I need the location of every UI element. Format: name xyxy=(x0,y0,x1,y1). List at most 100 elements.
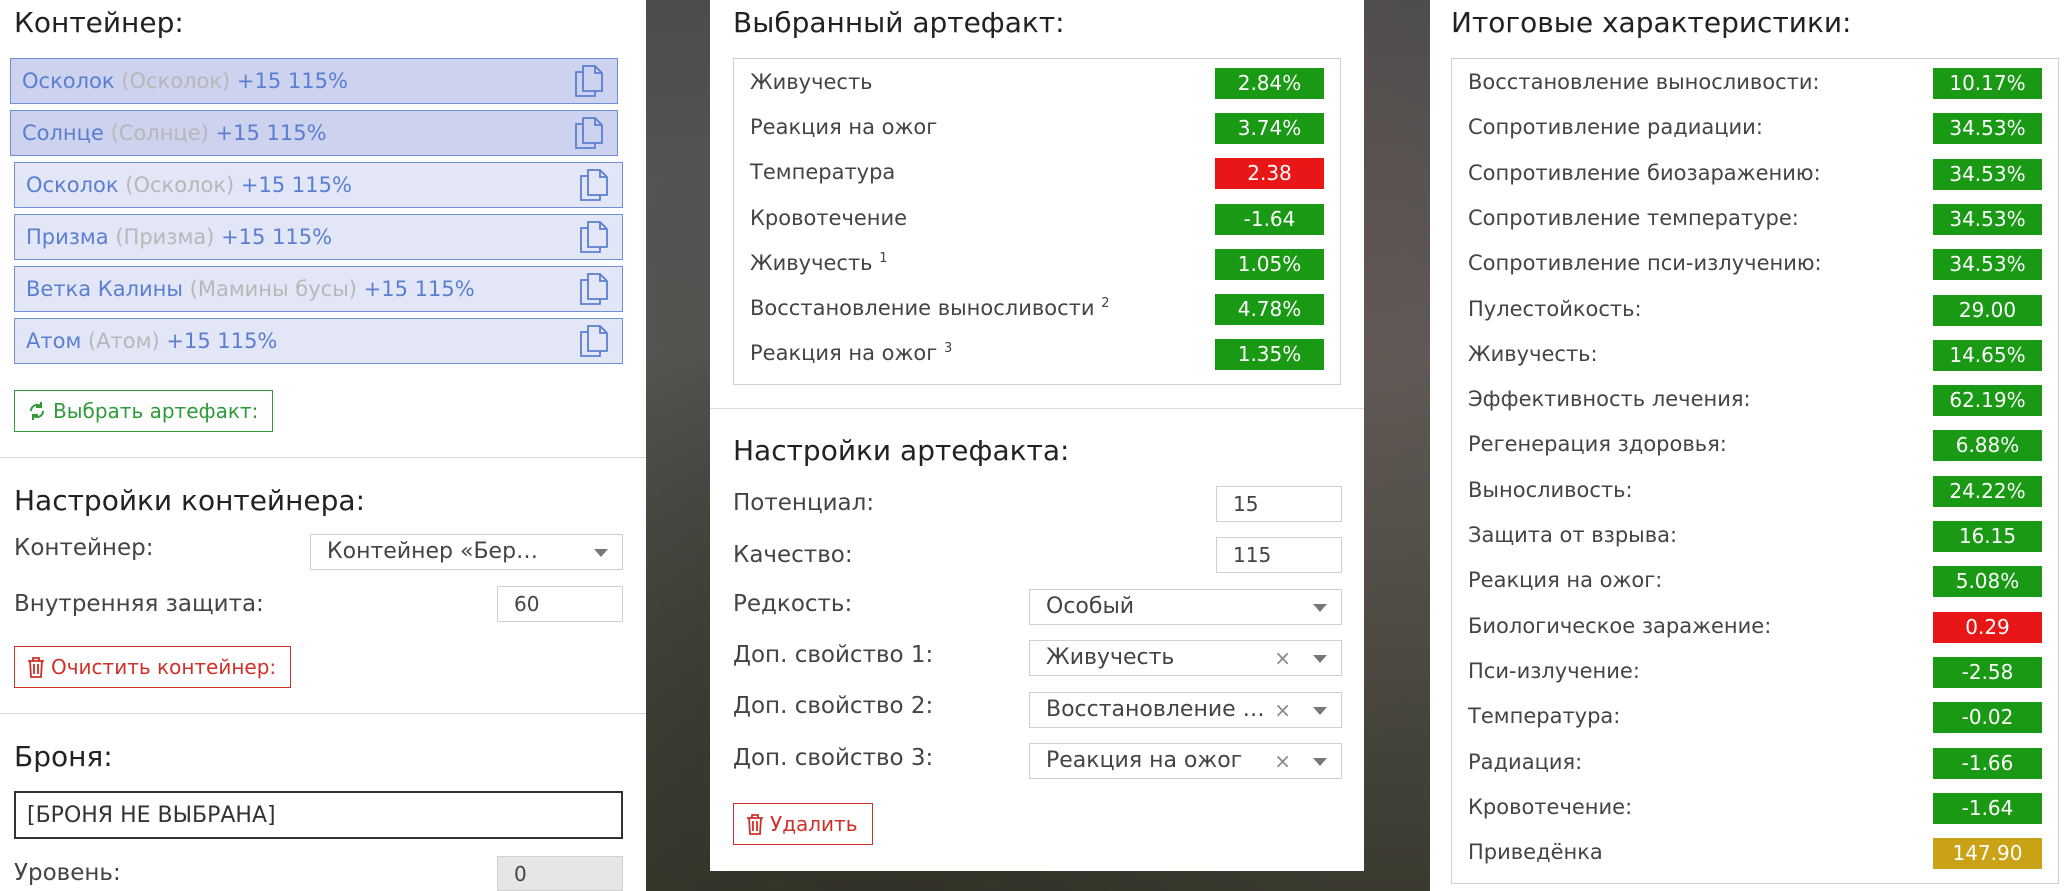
delete-artifact-button[interactable]: Удалить xyxy=(733,803,873,845)
pick-artifact-button[interactable]: Выбрать артефакт: xyxy=(14,390,274,432)
stat-row: Сопротивление биозаражению: 34.53% xyxy=(1452,152,2058,197)
clear-container-button[interactable]: Очистить контейнер: xyxy=(14,646,292,688)
slot-name: Солнце xyxy=(22,121,104,145)
copy-icon[interactable] xyxy=(580,325,608,357)
armor-level-input[interactable]: 0 xyxy=(497,856,623,891)
prop3-label: Доп. свойство 3: xyxy=(733,745,934,771)
stat-row: Выносливость: 24.22% xyxy=(1452,469,2058,514)
stat-name: Пулестойкость: xyxy=(1468,296,1642,321)
stat-row: Реакция на ожог 3.74% xyxy=(734,106,1340,151)
quality-label: Качество: xyxy=(733,542,853,568)
slot-name: Осколок xyxy=(22,69,115,93)
clear-icon[interactable]: × xyxy=(1274,693,1291,727)
stat-name: Регенерация здоровья: xyxy=(1468,432,1727,457)
stat-name: Температура xyxy=(750,160,896,185)
chevron-down-icon xyxy=(1313,604,1327,612)
container-slot[interactable]: Ветка Калины (Мамины бусы) +15 115% xyxy=(14,266,623,312)
totals-stats-table: Восстановление выносливости: 10.17% Сопрот… xyxy=(1451,58,2059,884)
slot-alt-name: (Осколок) xyxy=(121,69,231,93)
stat-row: Биологическое заражение: 0.29 xyxy=(1452,605,2058,650)
refresh-icon xyxy=(29,401,45,420)
prop1-label: Доп. свойство 1: xyxy=(733,642,934,668)
container-select[interactable]: Контейнер «Берлога… xyxy=(310,534,623,570)
quality-input[interactable]: 115 xyxy=(1216,537,1342,573)
stat-value: -2.58 xyxy=(1933,656,2042,688)
protection-input[interactable]: 60 xyxy=(497,586,623,622)
trash-icon xyxy=(28,656,44,678)
container-slot[interactable]: Осколок (Осколок) +15 115% xyxy=(14,162,623,208)
copy-icon[interactable] xyxy=(575,117,603,149)
stat-value: 4.78% xyxy=(1215,294,1324,325)
stat-row: Восстановление выносливости: 10.17% xyxy=(1452,61,2058,106)
container-slot[interactable]: Атом (Атом) +15 115% xyxy=(14,318,623,364)
stat-name: Реакция на ожог xyxy=(750,115,938,140)
stat-name: Реакция на ожог xyxy=(750,341,938,366)
slot-alt-name: (Атом) xyxy=(87,329,160,353)
stat-value: 2.38 xyxy=(1215,158,1324,190)
prop2-select[interactable]: Восстановление в... × xyxy=(1029,692,1342,728)
stat-value: 6.88% xyxy=(1933,430,2042,462)
copy-icon[interactable] xyxy=(580,169,608,201)
stat-row: Эффективность лечения: 62.19% xyxy=(1452,378,2058,423)
armor-select[interactable]: [БРОНЯ НЕ ВЫБРАНА] xyxy=(14,791,623,839)
stat-value: -1.64 xyxy=(1933,792,2042,824)
stat-name: Восстановление выносливости xyxy=(750,296,1095,320)
stat-name: Защита от взрыва: xyxy=(1468,523,1678,547)
slot-alt-name: (Призма) xyxy=(115,225,215,249)
stat-row: Живучесть: 14.65% xyxy=(1452,333,2058,378)
container-slot[interactable]: Призма (Призма) +15 115% xyxy=(14,214,623,260)
stat-row: Радиация: -1.66 xyxy=(1452,741,2058,786)
stat-name: Реакция на ожог: xyxy=(1468,568,1663,593)
stat-name: Выносливость: xyxy=(1468,477,1633,502)
totals-title: Итоговые характеристики: xyxy=(1451,6,1852,39)
stat-row: Восстановление выносливости 2 4.78% xyxy=(734,287,1340,332)
clear-icon[interactable]: × xyxy=(1274,744,1291,778)
stat-row: Защита от взрыва: 16.15 xyxy=(1452,514,2058,559)
stat-value: 34.53% xyxy=(1933,203,2042,235)
prop1-select[interactable]: Живучесть × xyxy=(1029,640,1342,676)
stat-value: 1.05% xyxy=(1215,248,1324,280)
stat-value: 0.29 xyxy=(1933,611,2042,643)
armor-title: Броня: xyxy=(14,740,113,773)
stat-name: Биологическое заражение: xyxy=(1468,613,1772,638)
stat-value: -1.64 xyxy=(1215,203,1324,235)
copy-icon[interactable] xyxy=(580,221,608,253)
stat-value: 1.35% xyxy=(1215,339,1324,371)
copy-icon[interactable] xyxy=(580,273,608,305)
stat-row: Температура: -0.02 xyxy=(1452,695,2058,740)
stat-value: 14.65% xyxy=(1933,339,2042,371)
container-slot[interactable]: Осколок (Осколок) +15 115% xyxy=(10,58,618,104)
artifact-panel: Выбранный артефакт: Живучесть 2.84% Реакци… xyxy=(710,0,1364,871)
clear-icon[interactable]: × xyxy=(1274,641,1291,675)
prop1-select-value: Живучесть xyxy=(1046,645,1175,670)
slot-level: +15 115% xyxy=(236,69,348,93)
rarity-select-value: Особый xyxy=(1046,594,1135,619)
stat-name: Эффективность лечения: xyxy=(1468,387,1751,412)
slot-alt-name: (Мамины бусы) xyxy=(189,277,357,301)
prop2-label: Доп. свойство 2: xyxy=(733,693,934,719)
prop2-select-value: Восстановление в... xyxy=(1046,697,1271,722)
stat-name: Радиация: xyxy=(1468,749,1583,774)
copy-icon[interactable] xyxy=(575,65,603,97)
stat-value: -0.02 xyxy=(1933,702,2042,734)
stat-name: Живучесть xyxy=(750,250,873,275)
stat-value: 34.53% xyxy=(1933,113,2042,145)
selected-artifact-title: Выбранный артефакт: xyxy=(733,6,1065,39)
rarity-select[interactable]: Особый xyxy=(1029,589,1342,625)
slot-name: Ветка Калины xyxy=(26,277,183,301)
stat-value: 3.74% xyxy=(1215,113,1324,145)
prop3-select[interactable]: Реакция на ожог × xyxy=(1029,743,1342,779)
stat-name: Сопротивление температуре: xyxy=(1468,205,1799,230)
stat-name: Восстановление выносливости: xyxy=(1468,70,1820,94)
potential-input[interactable]: 15 xyxy=(1216,486,1342,522)
slot-alt-name: (Солнце) xyxy=(110,121,209,145)
stat-value: 16.15 xyxy=(1933,521,2042,552)
stat-value: 5.08% xyxy=(1933,566,2042,598)
slot-name: Атом xyxy=(26,329,82,353)
container-label: Контейнер: xyxy=(14,535,154,561)
stat-row: Сопротивление пси-излучению: 34.53% xyxy=(1452,242,2058,287)
slot-level: +15 115% xyxy=(221,225,333,249)
artifact-settings-title: Настройки артефакта: xyxy=(733,434,1070,467)
container-slot[interactable]: Солнце (Солнце) +15 115% xyxy=(10,110,618,156)
stat-value: 34.53% xyxy=(1933,249,2042,281)
